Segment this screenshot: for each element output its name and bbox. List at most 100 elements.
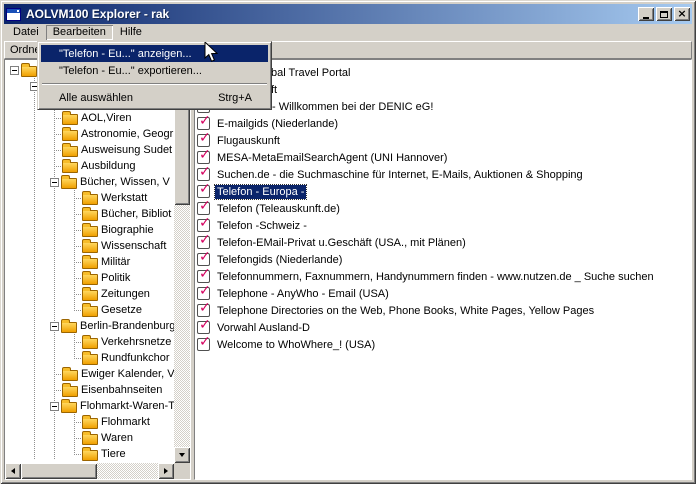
tree-item-label: AOL,Viren <box>81 112 132 124</box>
tree-item[interactable]: Flohmarkt-Waren-T <box>6 398 174 414</box>
checked-checkbox-icon[interactable] <box>197 334 211 351</box>
tree-connector <box>54 389 61 391</box>
tree-connector <box>74 309 81 311</box>
tree-vertical-scrollbar[interactable] <box>174 60 190 463</box>
folder-icon <box>61 398 77 413</box>
list-item[interactable]: Welcome to WhoWhere_! (USA) <box>197 334 691 353</box>
tree-item[interactable]: Werkstatt <box>6 190 174 206</box>
list-item[interactable]: Telefon-EMail-Privat u.Geschäft (USA., m… <box>197 232 691 251</box>
checked-checkbox-icon[interactable] <box>197 164 211 181</box>
scroll-right-button[interactable] <box>158 463 174 479</box>
tree-item[interactable]: Berlin-Brandenburg <box>6 318 174 334</box>
list-item[interactable]: Telefongids (Niederlande) <box>197 249 691 268</box>
checked-checkbox-icon[interactable] <box>197 249 211 266</box>
tree-horizontal-scrollbar[interactable] <box>5 463 174 479</box>
tree-item[interactable]: Bücher, Wissen, V <box>6 174 174 190</box>
tree-item[interactable]: Militär <box>6 254 174 270</box>
checked-checkbox-icon[interactable] <box>197 198 211 215</box>
tree-item[interactable]: Gesetze <box>6 302 174 318</box>
folder-icon <box>82 206 98 221</box>
list-item[interactable]: Flugauskunft <box>197 130 691 149</box>
checked-checkbox-icon[interactable] <box>197 283 211 300</box>
tree-item[interactable]: Eisenbahnseiten <box>6 382 174 398</box>
tree-item-label: Bücher, Wissen, V <box>80 176 170 188</box>
menu-shortcut: Strg+A <box>218 91 252 104</box>
list-item-label: Vorwahl Ausland-D <box>217 321 310 334</box>
list-item[interactable]: Vorwahl Ausland-D <box>197 317 691 336</box>
menu-item-anzeigen[interactable]: "Telefon - Eu..." anzeigen... <box>41 45 268 62</box>
tree-item[interactable]: Biographie <box>6 222 174 238</box>
tree-item-label: Astronomie, Geogr <box>81 128 174 140</box>
tree-item[interactable]: Flohmarkt <box>6 414 174 430</box>
tree-item-label: Wissenschaft <box>101 240 167 252</box>
list-item[interactable]: Telephone Directories on the Web, Phone … <box>197 300 691 319</box>
menu-bearbeiten[interactable]: Bearbeiten <box>46 25 113 40</box>
scroll-down-button[interactable] <box>174 447 190 463</box>
list-item[interactable]: E-mailgids (Niederlande) <box>197 113 691 132</box>
scroll-left-button[interactable] <box>5 463 21 479</box>
tree-connector <box>74 277 81 279</box>
list-item[interactable]: Telefonnummern, Faxnummern, Handynummern… <box>197 266 691 285</box>
list-item-label: Telephone - AnyWho - Email (USA) <box>217 287 389 300</box>
list-item[interactable]: Telephone - AnyWho - Email (USA) <box>197 283 691 302</box>
collapse-minus-icon[interactable] <box>10 65 19 75</box>
tree-item[interactable]: Ewiger Kalender, V <box>6 366 174 382</box>
horizontal-scroll-thumb[interactable] <box>21 463 97 479</box>
checked-checkbox-icon[interactable] <box>197 300 211 317</box>
tree-item-label: Flohmarkt <box>101 416 150 428</box>
tree-item[interactable]: Politik <box>6 270 174 286</box>
checked-checkbox-icon[interactable] <box>197 181 211 198</box>
list-item[interactable]: Telefon (Teleauskunft.de) <box>197 198 691 217</box>
list-item-label: bal Travel Portal <box>271 66 351 79</box>
tree-item[interactable]: Waren <box>6 430 174 446</box>
collapse-minus-icon[interactable] <box>50 177 59 187</box>
minimize-button[interactable] <box>638 7 654 21</box>
tree-item[interactable]: Wissenschaft <box>6 238 174 254</box>
list-item[interactable]: Suchen.de - die Suchmaschine für Interne… <box>197 164 691 183</box>
titlebar: AOLVM100 Explorer - rak × <box>4 4 692 24</box>
checked-checkbox-icon[interactable] <box>197 147 211 164</box>
window-title: AOLVM100 Explorer - rak <box>26 7 170 21</box>
tree-connector <box>74 261 81 263</box>
tree-item-label: Werkstatt <box>101 192 148 204</box>
collapse-minus-icon[interactable] <box>50 401 59 411</box>
list-item-label: Welcome to WhoWhere_! (USA) <box>217 338 376 351</box>
list-item[interactable]: Telefon - Europa - <box>197 181 691 200</box>
tree-connector <box>54 149 61 151</box>
menubar: Datei Bearbeiten Hilfe <box>4 24 692 41</box>
tree-item[interactable]: Rundfunkchor <box>6 350 174 366</box>
tree-item-label: Rundfunkchor <box>101 352 170 364</box>
tree-connector <box>54 117 61 119</box>
list-item[interactable]: Telefon -Schweiz - <box>197 215 691 234</box>
tree-item[interactable]: Ausweisung Sudet <box>6 142 174 158</box>
tree-item[interactable]: Ausbildung <box>6 158 174 174</box>
menu-hilfe[interactable]: Hilfe <box>113 25 149 40</box>
tree-connector <box>74 245 81 247</box>
tree-item[interactable]: AOL,Viren <box>6 110 174 126</box>
tree-connector <box>54 133 61 135</box>
tree-item[interactable]: Bücher, Bibliot <box>6 206 174 222</box>
menu-item-exportieren[interactable]: "Telefon - Eu..." exportieren... <box>41 62 268 79</box>
tree-connector <box>54 165 61 167</box>
list-item[interactable]: MESA-MetaEmailSearchAgent (UNI Hannover) <box>197 147 691 166</box>
menu-datei[interactable]: Datei <box>6 25 46 40</box>
checked-checkbox-icon[interactable] <box>197 232 211 249</box>
tree-item[interactable]: Zeitungen <box>6 286 174 302</box>
checked-checkbox-icon[interactable] <box>197 215 211 232</box>
folder-icon <box>21 62 37 77</box>
list-item-label: Telefon (Teleauskunft.de) <box>217 202 340 215</box>
close-button[interactable]: × <box>674 7 690 21</box>
menu-item-alle-auswaehlen[interactable]: Alle auswählen Strg+A <box>41 89 268 106</box>
tree-item[interactable]: Verkehrsnetze <box>6 334 174 350</box>
tree-item[interactable]: Astronomie, Geogr <box>6 126 174 142</box>
checked-checkbox-icon[interactable] <box>197 317 211 334</box>
list-item-label: Suchen.de - die Suchmaschine für Interne… <box>217 168 583 181</box>
collapse-minus-icon[interactable] <box>50 321 59 331</box>
checked-checkbox-icon[interactable] <box>197 266 211 283</box>
tree-item[interactable]: Tiere <box>6 446 174 462</box>
checked-checkbox-icon[interactable] <box>197 113 211 130</box>
arrow-left-icon <box>8 468 15 474</box>
window-controls: × <box>638 7 690 21</box>
maximize-button[interactable] <box>656 7 672 21</box>
checked-checkbox-icon[interactable] <box>197 130 211 147</box>
